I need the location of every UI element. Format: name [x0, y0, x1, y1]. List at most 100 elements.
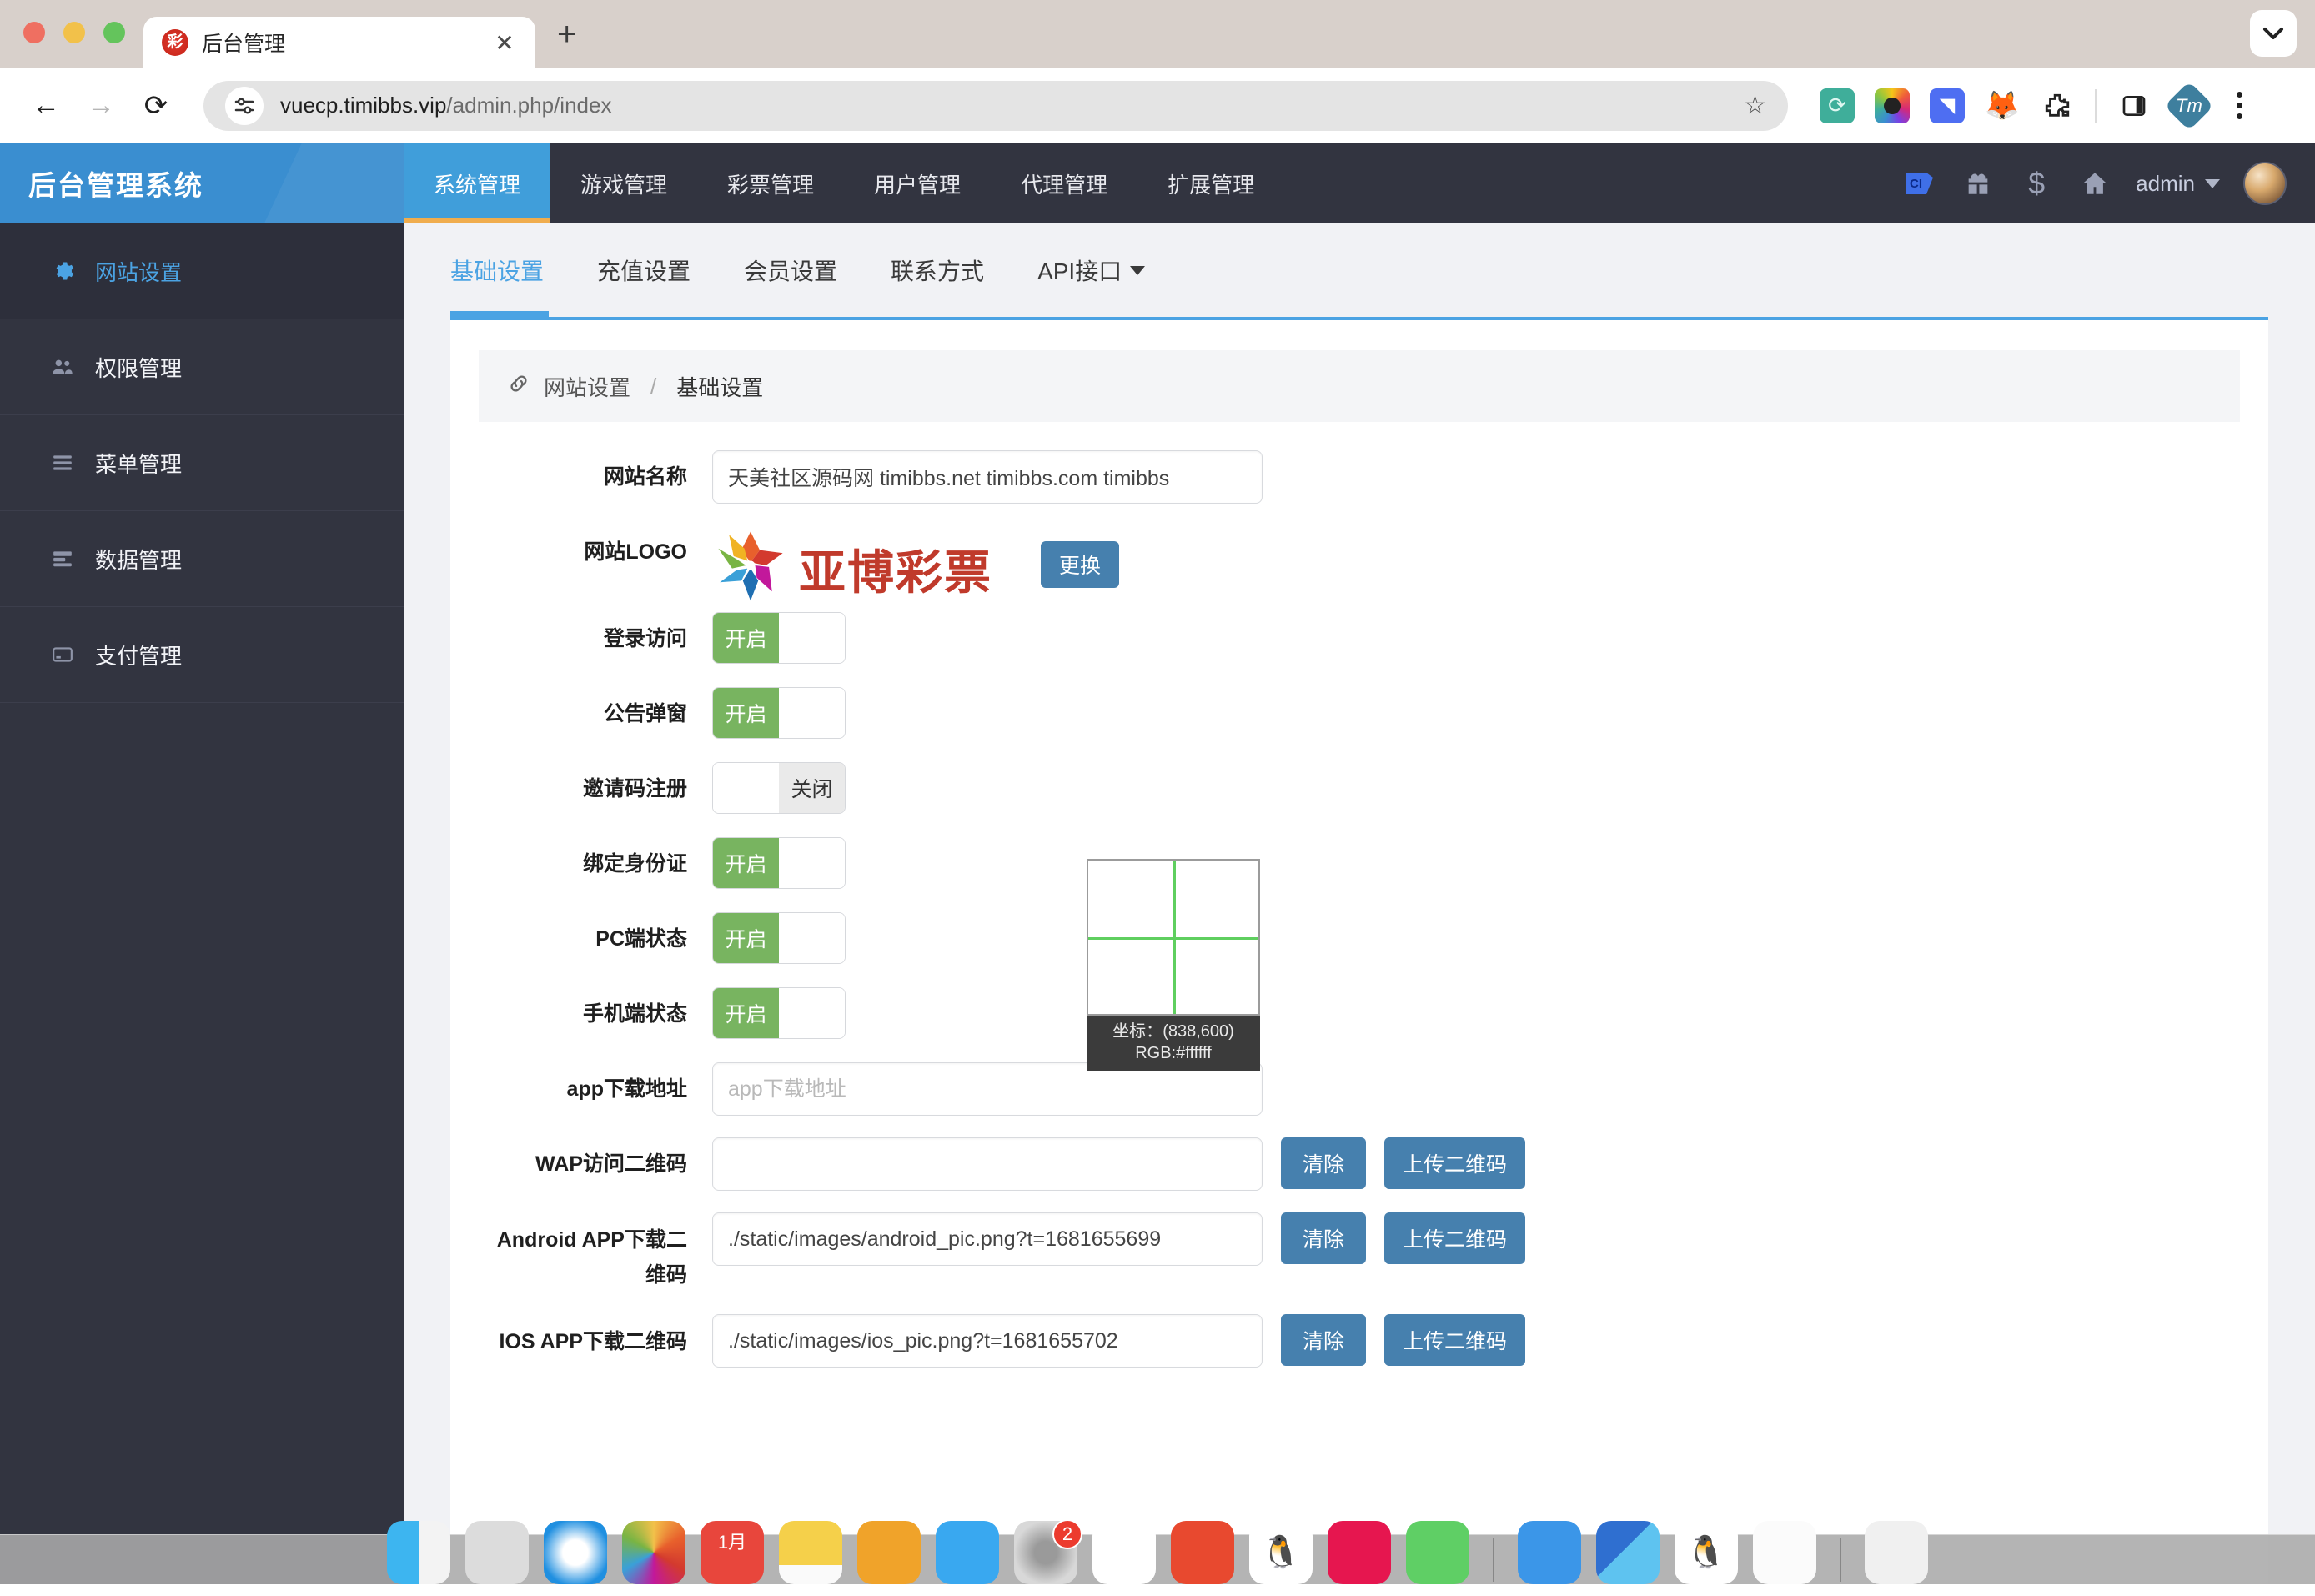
mobile-status-toggle[interactable]: 开启 关闭: [712, 987, 846, 1039]
wap-qr-input[interactable]: [712, 1137, 1263, 1191]
nav-item-system[interactable]: 系统管理: [404, 143, 550, 223]
sidebar-item-payment[interactable]: 支付管理: [0, 607, 404, 703]
kebab-menu-icon[interactable]: [2227, 92, 2252, 119]
reload-button[interactable]: ⟳: [132, 82, 180, 130]
nav-item-extension[interactable]: 扩展管理: [1137, 143, 1284, 223]
announcement-popup-toggle[interactable]: 开启 关闭: [712, 687, 846, 739]
credit-card-icon: [48, 644, 77, 665]
new-tab-button[interactable]: +: [557, 16, 576, 68]
browser-tab[interactable]: 彩 后台管理 ✕: [143, 17, 535, 68]
green-app-icon[interactable]: [1406, 1521, 1469, 1584]
site-name-input[interactable]: [712, 450, 1263, 504]
sidebar: 网站设置 权限管理 菜单管理: [0, 223, 404, 1584]
tampermonkey-icon[interactable]: Tm: [2164, 81, 2213, 130]
site-settings-icon[interactable]: [225, 87, 264, 125]
text-editor-icon[interactable]: [1753, 1521, 1816, 1584]
svg-text:CI: CI: [1910, 177, 1922, 191]
camera-extension-icon[interactable]: [1875, 88, 1910, 123]
invite-code-register-toggle[interactable]: 开启 关闭: [712, 762, 846, 814]
sidebar-item-site-settings[interactable]: 网站设置: [0, 223, 404, 319]
gift-icon[interactable]: [1961, 166, 1996, 201]
ios-qr-clear-button[interactable]: 清除: [1281, 1314, 1366, 1366]
admin-app: 后台管理系统 系统管理 游戏管理 彩票管理 用户管理 代理管理 扩展管理 CI …: [0, 143, 2315, 1584]
form-row-site-name: 网站名称: [479, 450, 2240, 504]
address-bar[interactable]: vuecp.timibbs.vip/admin.php/index ☆: [203, 81, 1788, 131]
wap-qr-clear-button[interactable]: 清除: [1281, 1137, 1366, 1189]
android-qr-clear-button[interactable]: 清除: [1281, 1212, 1366, 1264]
sidepanel-icon[interactable]: [2117, 88, 2152, 123]
toggle-on-label: 开启: [713, 913, 779, 963]
tron-wallet-icon[interactable]: ◥: [1930, 88, 1965, 123]
home-icon[interactable]: [2077, 166, 2112, 201]
database-icon: [48, 548, 77, 570]
calendar-2023-icon[interactable]: [1596, 1521, 1660, 1584]
pc-status-toggle[interactable]: 开启 关闭: [712, 912, 846, 964]
android-qr-input[interactable]: [712, 1212, 1263, 1266]
twitter-icon[interactable]: [936, 1521, 999, 1584]
finder-icon[interactable]: [387, 1521, 450, 1584]
nav-item-user[interactable]: 用户管理: [844, 143, 991, 223]
sidebar-item-permissions[interactable]: 权限管理: [0, 319, 404, 415]
sidebar-item-data[interactable]: 数据管理: [0, 511, 404, 607]
pencil-icon[interactable]: [857, 1521, 921, 1584]
magnifier-info: 坐标：(838,600) RGB:#ffffff: [1087, 1016, 1260, 1071]
chevron-down-icon[interactable]: [2250, 10, 2297, 57]
gear-icon: [48, 259, 77, 283]
close-window-button[interactable]: [23, 22, 45, 43]
android-qr-upload-button[interactable]: 上传二维码: [1384, 1212, 1525, 1264]
bookmark-star-icon[interactable]: ☆: [1744, 91, 1766, 120]
nav-item-lottery[interactable]: 彩票管理: [697, 143, 844, 223]
penguin-2-icon[interactable]: 🐧: [1675, 1521, 1738, 1584]
browser-window: 彩 后台管理 ✕ + ← → ⟳ vuecp.timibbs.vip/admin…: [0, 0, 2315, 1596]
mail-icon[interactable]: [1092, 1521, 1156, 1584]
blue-app-icon[interactable]: [1518, 1521, 1581, 1584]
close-tab-icon[interactable]: ✕: [490, 29, 519, 57]
forward-button[interactable]: →: [77, 82, 125, 130]
app-topbar: 后台管理系统 系统管理 游戏管理 彩票管理 用户管理 代理管理 扩展管理 CI …: [0, 143, 2315, 223]
sidebar-item-label: 权限管理: [95, 352, 182, 383]
nav-item-game[interactable]: 游戏管理: [550, 143, 697, 223]
sidebar-item-menu[interactable]: 菜单管理: [0, 415, 404, 511]
metamask-icon[interactable]: 🦊: [1985, 88, 2020, 123]
dollar-icon[interactable]: $: [2019, 166, 2054, 201]
ios-qr-upload-button[interactable]: 上传二维码: [1384, 1314, 1525, 1366]
minimize-window-button[interactable]: [63, 22, 85, 43]
settings-panel: 网站设置 / 基础设置 网站名称 网站LOGO: [450, 317, 2268, 1584]
safari-icon[interactable]: [544, 1521, 607, 1584]
tab-member-settings[interactable]: 会员设置: [717, 223, 864, 317]
breadcrumb-root[interactable]: 网站设置: [544, 371, 630, 402]
sync-extension-icon[interactable]: ⟳: [1820, 88, 1855, 123]
puzzle-extensions-icon[interactable]: [2040, 88, 2075, 123]
toggle-off-label: 关闭: [779, 913, 845, 963]
maximize-window-button[interactable]: [103, 22, 125, 43]
settings-icon[interactable]: 2: [1014, 1521, 1077, 1584]
tab-basic-settings[interactable]: 基础设置: [450, 223, 570, 317]
login-access-toggle[interactable]: 开启 关闭: [712, 612, 846, 664]
nav-item-agent[interactable]: 代理管理: [991, 143, 1137, 223]
tab-recharge-settings[interactable]: 充值设置: [570, 223, 717, 317]
pinned-app-icon[interactable]: [1328, 1521, 1391, 1584]
back-button[interactable]: ←: [22, 82, 70, 130]
numbers-icon[interactable]: [465, 1521, 529, 1584]
penguin-icon[interactable]: 🐧: [1249, 1521, 1313, 1584]
music-icon[interactable]: [1171, 1521, 1234, 1584]
photos-icon[interactable]: [622, 1521, 685, 1584]
toolbar-divider: [2095, 89, 2097, 123]
app-download-url-label: app下载地址: [479, 1062, 712, 1116]
address-bar-url: vuecp.timibbs.vip/admin.php/index: [280, 93, 611, 118]
user-menu[interactable]: admin: [2136, 171, 2220, 197]
notes-icon[interactable]: [779, 1521, 842, 1584]
site-logo-label: 网站LOGO: [479, 525, 712, 579]
form-row-site-logo: 网站LOGO: [479, 525, 2240, 604]
ci-badge-icon[interactable]: CI: [1902, 166, 1937, 201]
bind-id-card-toggle[interactable]: 开启 关闭: [712, 837, 846, 889]
ios-qr-input[interactable]: [712, 1314, 1263, 1368]
tab-api[interactable]: API接口: [1011, 223, 1172, 317]
wap-qr-upload-button[interactable]: 上传二维码: [1384, 1137, 1525, 1189]
form-row-bind-id-card: 绑定身份证 开启 关闭: [479, 837, 2240, 891]
avatar[interactable]: [2243, 162, 2287, 205]
calendar-icon[interactable]: 1月: [701, 1521, 764, 1584]
files-icon[interactable]: [1865, 1521, 1928, 1584]
change-logo-button[interactable]: 更换: [1041, 541, 1119, 588]
tab-contact[interactable]: 联系方式: [864, 223, 1011, 317]
